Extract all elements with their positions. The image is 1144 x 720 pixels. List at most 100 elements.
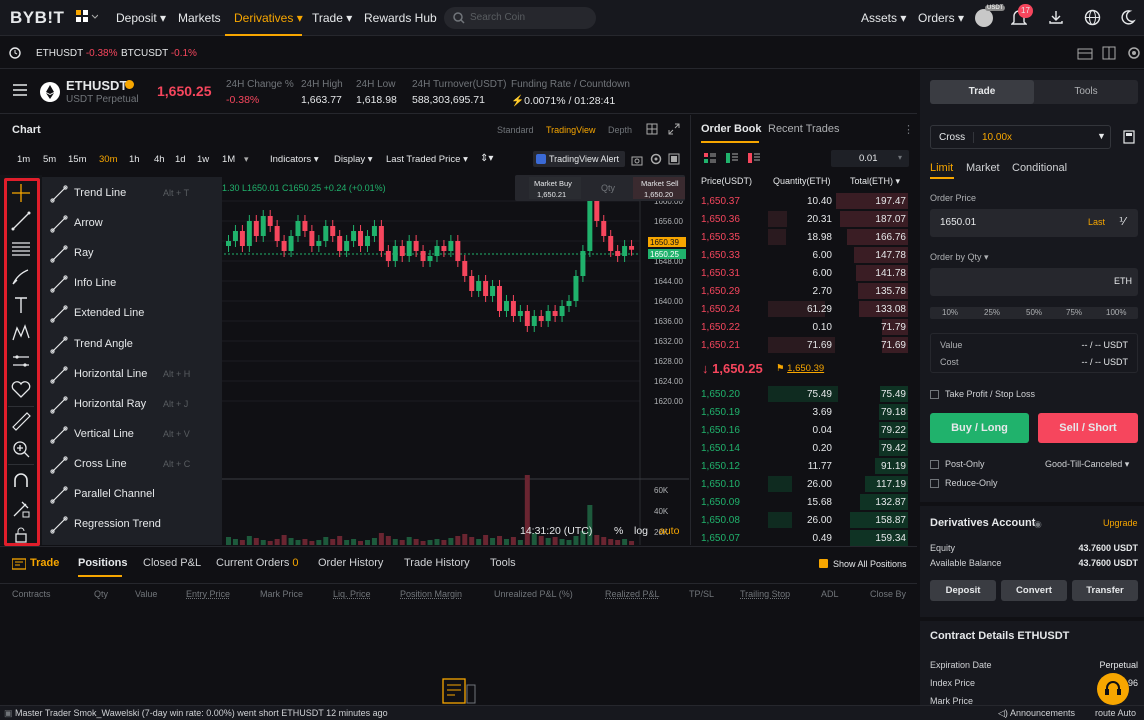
settings-icon[interactable]	[1127, 46, 1141, 60]
nav-deposit[interactable]: Deposit ▾	[116, 11, 166, 25]
line-tool-horizontal-ray[interactable]: Horizontal Ray Alt + J	[42, 390, 222, 420]
tab-positions[interactable]: Positions	[78, 557, 128, 569]
view-depth[interactable]: Depth	[608, 125, 632, 135]
symbol-name[interactable]: ETHUSDT	[66, 78, 127, 93]
upgrade-link[interactable]: Upgrade	[1103, 518, 1138, 528]
line-tool-info-line[interactable]: Info Line	[42, 269, 222, 299]
sell-short-button[interactable]: Sell / Short	[1038, 413, 1138, 443]
tab-closed-pnl[interactable]: Closed P&L	[143, 557, 201, 569]
brush-icon[interactable]	[8, 264, 34, 290]
bid-row[interactable]: 1,650.19 3.69 79.18	[691, 403, 918, 421]
line-tool-trend-angle[interactable]: Trend Angle	[42, 330, 222, 360]
ask-row[interactable]: 1,650.24 61.29 133.08	[691, 300, 918, 318]
more-icon[interactable]: ⋮	[903, 123, 914, 136]
settings-gear-icon[interactable]	[650, 153, 662, 165]
interval-more-icon[interactable]: ▾	[244, 154, 249, 165]
activity-message[interactable]: ▣ Master Trader Smok_Wawelski (7-day win…	[4, 708, 388, 719]
display-dropdown[interactable]: Display ▾	[334, 154, 373, 165]
market-buy-button[interactable]: Market Buy 1,650.21	[529, 177, 581, 199]
log-toggle[interactable]: log	[634, 525, 648, 537]
col-header[interactable]: Realized P&L	[605, 589, 660, 599]
avatar[interactable]	[975, 9, 993, 27]
qty-percent-25[interactable]: 25%	[984, 308, 1000, 317]
ruler-icon[interactable]	[8, 408, 34, 434]
announcements-link[interactable]: ◁) Announcements	[998, 708, 1075, 719]
col-header[interactable]: Position Margin	[400, 589, 462, 599]
bid-row[interactable]: 1,650.14 0.20 79.42	[691, 439, 918, 457]
interval-1m[interactable]: 1m	[17, 154, 30, 165]
col-header[interactable]: Liq. Price	[333, 589, 371, 599]
deposit-button[interactable]: Deposit	[930, 580, 996, 601]
margin-leverage-select[interactable]: Cross 10.00x ▼	[930, 125, 1111, 149]
view-tradingview[interactable]: TradingView	[546, 125, 596, 135]
ask-row[interactable]: 1,650.35 18.98 166.76	[691, 228, 918, 246]
nav-rewards-hub[interactable]: Rewards Hub	[364, 11, 437, 25]
crosshair-icon[interactable]	[8, 180, 34, 206]
ask-row[interactable]: 1,650.31 6.00 141.78	[691, 264, 918, 282]
heart-icon[interactable]	[8, 376, 34, 402]
interval-1h[interactable]: 1h	[129, 154, 140, 165]
col-header[interactable]: Entry Price	[186, 589, 230, 599]
apps-grid-icon[interactable]	[76, 10, 98, 24]
post-only-checkbox[interactable]	[930, 460, 939, 469]
ask-row[interactable]: 1,650.36 20.31 187.07	[691, 210, 918, 228]
calculator-icon[interactable]	[1123, 130, 1135, 144]
order-type-limit[interactable]: Limit	[930, 162, 953, 174]
ask-row[interactable]: 1,650.29 2.70 135.78	[691, 282, 918, 300]
line-tool-cross-line[interactable]: Cross Line Alt + C	[42, 450, 222, 480]
ask-row[interactable]: 1,650.37 10.40 197.47	[691, 192, 918, 210]
tab-trade-bottom[interactable]: Trade	[30, 557, 59, 569]
layout-icon[interactable]	[1077, 46, 1093, 60]
fullscreen-icon[interactable]	[668, 153, 680, 165]
eye-icon[interactable]: ◉	[1034, 519, 1042, 530]
chart-type-icon[interactable]: ⇕▾	[480, 153, 493, 164]
order-qty-input[interactable]: ETH	[930, 268, 1138, 296]
view-standard[interactable]: Standard	[497, 125, 534, 135]
interval-30m[interactable]: 30m	[99, 154, 117, 165]
trend-line-icon[interactable]	[8, 208, 34, 234]
bid-row[interactable]: 1,650.10 26.00 117.19	[691, 475, 918, 493]
price-chart[interactable]: 1660.001656.001652.001648.001644.001640.…	[220, 175, 689, 545]
convert-button[interactable]: Convert	[1001, 580, 1067, 601]
tab-tools-bottom[interactable]: Tools	[490, 557, 516, 569]
ask-row[interactable]: 1,650.21 71.69 71.69	[691, 336, 918, 354]
grid-icon[interactable]	[646, 123, 658, 135]
time-in-force-select[interactable]: Good-Till-Canceled ▾	[1045, 459, 1129, 470]
nav-orders[interactable]: Orders ▾	[918, 11, 964, 25]
market-sell-button[interactable]: Market Sell 1,650.20	[633, 177, 685, 199]
book-asks-icon[interactable]	[748, 153, 760, 163]
interval-4h[interactable]: 4h	[154, 154, 165, 165]
transfer-button[interactable]: Transfer	[1072, 580, 1138, 601]
line-tool-vertical-line[interactable]: Vertical Line Alt + V	[42, 420, 222, 450]
book-bids-icon[interactable]	[726, 153, 738, 163]
bid-row[interactable]: 1,650.07 0.49 159.34	[691, 529, 918, 547]
interval-1w[interactable]: 1w	[197, 154, 209, 165]
nav-markets[interactable]: Markets	[178, 11, 221, 25]
book-both-icon[interactable]	[704, 153, 716, 163]
ask-row[interactable]: 1,650.33 6.00 147.78	[691, 246, 918, 264]
fib-retracement-icon[interactable]	[8, 236, 34, 262]
magnet-icon[interactable]	[8, 468, 34, 494]
nav-trade[interactable]: Trade ▾	[312, 11, 352, 25]
tab-tools[interactable]: Tools	[1034, 80, 1138, 104]
tab-order-history[interactable]: Order History	[318, 557, 383, 569]
search-box[interactable]: Search Coin	[444, 7, 596, 29]
bid-row[interactable]: 1,650.08 26.00 158.87	[691, 511, 918, 529]
expand-icon[interactable]	[668, 123, 680, 135]
order-price-input[interactable]: 1650.01 Last ⅟	[930, 209, 1138, 237]
interval-1d[interactable]: 1d	[175, 154, 186, 165]
qty-field[interactable]: Qty	[601, 183, 615, 193]
line-tool-parallel-channel[interactable]: Parallel Channel	[42, 480, 222, 510]
bid-row[interactable]: 1,650.16 0.04 79.22	[691, 421, 918, 439]
qty-percent-10[interactable]: 10%	[942, 308, 958, 317]
ticker-item[interactable]: BTCUSDT -0.1%	[121, 48, 197, 59]
bid-row[interactable]: 1,650.12 11.77 91.19	[691, 457, 918, 475]
order-qty-label[interactable]: Order by Qty ▾	[930, 252, 989, 263]
price-source-dropdown[interactable]: Last Traded Price ▾	[386, 154, 468, 165]
ticker-item[interactable]: ETHUSDT -0.38%	[36, 48, 118, 59]
swap-icon[interactable]: ⅟	[1119, 215, 1125, 228]
line-tool-horizontal-line[interactable]: Horizontal Line Alt + H	[42, 360, 222, 390]
tradingview-alert-button[interactable]: TradingView Alert	[533, 151, 625, 167]
text-icon[interactable]	[8, 292, 34, 318]
interval-15m[interactable]: 15m	[68, 154, 86, 165]
